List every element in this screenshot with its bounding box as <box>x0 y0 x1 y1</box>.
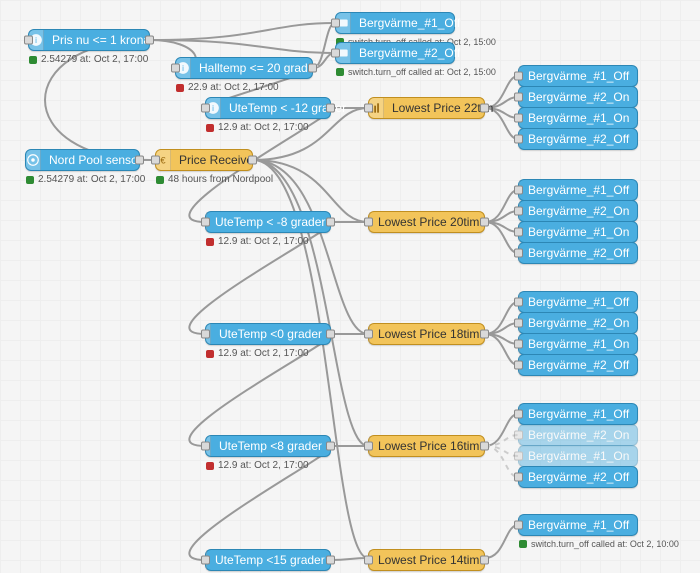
node-bv1-off[interactable]: Bergvärme_#1_Off switch.turn_off called … <box>518 514 638 536</box>
node-label: Bergvärme_#2_On <box>520 316 637 330</box>
node-label: Pris nu <= 1 krona <box>44 33 158 47</box>
node-label: Bergvärme_#1_Off <box>351 16 468 30</box>
node-label: Bergvärme_#1_Off <box>520 183 637 197</box>
node-bv1-off[interactable]: Bergvärme_#1_Off <box>518 179 638 201</box>
node-bv2-off[interactable]: Bergvärme_#2_Off <box>518 242 638 264</box>
node-label: Bergvärme_#2_Off <box>520 246 637 260</box>
node-bv2-off[interactable]: Bergvärme_#2_Off <box>518 354 638 376</box>
node-label: Bergvärme_#2_Off <box>520 470 637 484</box>
node-bv1-off-top[interactable]: Bergvärme_#1_Off switch.turn_off called … <box>335 12 455 34</box>
sensor-icon <box>26 150 41 170</box>
node-label: Lowest Price 20tim <box>370 215 487 229</box>
node-status: 48 hours from Nordpool <box>156 174 273 185</box>
node-label: Bergvärme_#2_On <box>520 428 637 442</box>
node-bv1-off[interactable]: Bergvärme_#1_Off <box>518 65 638 87</box>
node-label: Bergvärme_#2_Off <box>351 46 468 60</box>
node-bv1-off[interactable]: Bergvärme_#1_Off <box>518 291 638 313</box>
node-label: UteTemp <8 grader <box>211 439 330 453</box>
node-label: Bergvärme_#2_Off <box>520 358 637 372</box>
node-bv1-on-disabled[interactable]: Bergvärme_#1_On <box>518 445 638 467</box>
node-label: Bergvärme_#2_On <box>520 204 637 218</box>
node-label: Bergvärme_#2_On <box>520 90 637 104</box>
node-label: Lowest Price 14tim <box>370 553 487 567</box>
node-utetemp-15[interactable]: UteTemp <15 grader <box>205 549 331 571</box>
node-label: UteTemp < -8 grader <box>207 215 333 229</box>
node-label: Bergvärme_#1_Off <box>520 69 637 83</box>
node-label: Lowest Price 16tim <box>370 439 487 453</box>
node-label: Bergvärme_#2_Off <box>520 132 637 146</box>
node-label: Bergvärme_#1_On <box>520 111 637 125</box>
node-label: Bergvärme_#1_Off <box>520 407 637 421</box>
node-lowest-price-20[interactable]: Lowest Price 20tim <box>368 211 485 233</box>
node-utetemp-m8[interactable]: UteTemp < -8 grader 12.9 at: Oct 2, 17:0… <box>205 211 331 233</box>
node-status: 12.9 at: Oct 2, 17:00 <box>206 348 309 359</box>
svg-text:€: € <box>160 156 166 166</box>
svg-text:i: i <box>35 36 37 45</box>
node-bv2-on[interactable]: Bergvärme_#2_On <box>518 200 638 222</box>
node-bv2-off-top[interactable]: Bergvärme_#2_Off switch.turn_off called … <box>335 42 455 64</box>
svg-text:i: i <box>182 64 184 73</box>
node-lowest-price-14[interactable]: Lowest Price 14tim <box>368 549 485 571</box>
node-utetemp-0[interactable]: UteTemp <0 grader 12.9 at: Oct 2, 17:00 <box>205 323 331 345</box>
node-label: Lowest Price 18tim <box>370 327 487 341</box>
node-status: switch.turn_off called at: Oct 2, 15:00 <box>336 67 496 77</box>
node-status: switch.turn_off called at: Oct 2, 10:00 <box>519 539 679 549</box>
node-label: Bergvärme_#1_On <box>520 337 637 351</box>
node-label: Bergvärme_#1_On <box>520 449 637 463</box>
svg-text:i: i <box>212 104 214 113</box>
node-status: 12.9 at: Oct 2, 17:00 <box>206 122 309 133</box>
node-label: UteTemp <0 grader <box>211 327 330 341</box>
node-label: Bergvärme_#1_Off <box>520 518 637 532</box>
node-status: 2.54279 at: Oct 2, 17:00 <box>26 174 145 185</box>
node-label: Bergvärme_#1_Off <box>520 295 637 309</box>
node-bv1-on[interactable]: Bergvärme_#1_On <box>518 221 638 243</box>
node-label: Nord Pool sensor <box>41 153 150 167</box>
node-status: 12.9 at: Oct 2, 17:00 <box>206 460 309 471</box>
node-bv2-on-disabled[interactable]: Bergvärme_#2_On <box>518 424 638 446</box>
node-halltemp[interactable]: i Halltemp <= 20 grader 22.9 at: Oct 2, … <box>175 57 313 79</box>
node-status: 12.9 at: Oct 2, 17:00 <box>206 236 309 247</box>
node-lowest-price-16[interactable]: Lowest Price 16tim <box>368 435 485 457</box>
node-bv2-on[interactable]: Bergvärme_#2_On <box>518 86 638 108</box>
node-bv1-off[interactable]: Bergvärme_#1_Off <box>518 403 638 425</box>
node-bv2-on[interactable]: Bergvärme_#2_On <box>518 312 638 334</box>
node-label: Bergvärme_#1_On <box>520 225 637 239</box>
node-bv1-on[interactable]: Bergvärme_#1_On <box>518 333 638 355</box>
node-nord-pool[interactable]: Nord Pool sensor 2.54279 at: Oct 2, 17:0… <box>25 149 140 171</box>
node-status: 2.54279 at: Oct 2, 17:00 <box>29 54 148 65</box>
node-price-receiver[interactable]: € Price Receiver 48 hours from Nordpool <box>155 149 253 171</box>
node-label: Halltemp <= 20 grader <box>191 61 326 75</box>
node-lowest-price-22[interactable]: Lowest Price 22tim <box>368 97 485 119</box>
node-utetemp-m12[interactable]: i UteTemp < -12 grader 12.9 at: Oct 2, 1… <box>205 97 331 119</box>
node-bv2-off[interactable]: Bergvärme_#2_Off <box>518 466 638 488</box>
node-bv2-off[interactable]: Bergvärme_#2_Off <box>518 128 638 150</box>
node-pris-nu[interactable]: i Pris nu <= 1 krona 2.54279 at: Oct 2, … <box>28 29 150 51</box>
node-utetemp-8[interactable]: UteTemp <8 grader 12.9 at: Oct 2, 17:00 <box>205 435 331 457</box>
node-bv1-on[interactable]: Bergvärme_#1_On <box>518 107 638 129</box>
node-label: UteTemp <15 grader <box>207 553 333 567</box>
node-status: 22.9 at: Oct 2, 17:00 <box>176 82 279 93</box>
node-lowest-price-18[interactable]: Lowest Price 18tim <box>368 323 485 345</box>
